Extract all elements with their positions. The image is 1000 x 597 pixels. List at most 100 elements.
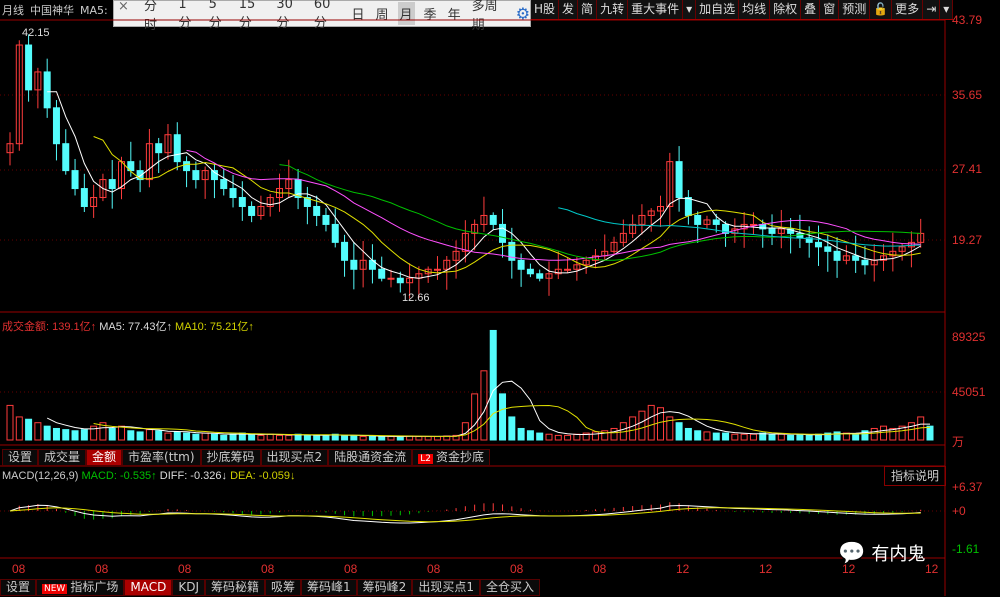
- candle-body: [564, 268, 572, 271]
- candle-body: [350, 259, 358, 270]
- candle-body: [43, 71, 51, 109]
- volume-value: 139.1亿↑: [52, 321, 97, 333]
- candle-body: [238, 197, 246, 207]
- l2-badge: L2: [418, 454, 433, 464]
- volume-bar: [731, 433, 739, 441]
- high-annotation: 42.15: [22, 27, 50, 39]
- volume-bar: [396, 436, 404, 441]
- volume-bar: [907, 422, 915, 441]
- indicator-help-button[interactable]: 指标说明: [884, 466, 946, 486]
- candle-body: [852, 255, 860, 261]
- candle-body: [489, 214, 497, 225]
- tab-label: 陆股通资金流: [334, 450, 407, 464]
- tab-1[interactable]: 成交量: [38, 449, 87, 466]
- volume-bar: [368, 436, 376, 441]
- candle-body: [322, 214, 330, 225]
- volume-bar: [350, 435, 358, 441]
- indicator-tabs: 设置 成交量 金额 市盈率(ttm) 抄底筹码 出现买点2 陆股通资金流 L2 资金抄底: [2, 449, 490, 466]
- volume-bar: [694, 430, 702, 441]
- tab-label: 指标广场: [70, 580, 119, 594]
- volume-bar: [127, 430, 135, 441]
- tab-5[interactable]: 出现买点2: [260, 449, 329, 466]
- watermark: 💬 有内鬼: [838, 540, 925, 566]
- candle-body: [220, 179, 228, 190]
- tab-4[interactable]: 筹码秘籍: [205, 579, 266, 596]
- volume-bar: [480, 370, 488, 441]
- candle-body: [833, 250, 841, 261]
- tab-label: 筹码峰2: [362, 580, 407, 594]
- volume-label: 成交金额:: [2, 321, 50, 333]
- candle-body: [433, 268, 441, 271]
- volume-bar: [266, 433, 274, 441]
- x-tick: 08: [95, 562, 109, 576]
- candle-body: [71, 170, 79, 190]
- volume-bar: [833, 431, 841, 441]
- volume-bar: [805, 434, 813, 441]
- candle-body: [768, 228, 776, 234]
- tab-label: KDJ: [178, 580, 199, 594]
- volume-bar: [145, 429, 153, 441]
- tab-label: 筹码峰1: [307, 580, 351, 594]
- candle-body: [536, 273, 544, 279]
- price-tick: 43.79: [952, 13, 983, 27]
- tab-9[interactable]: 全仓买入: [479, 579, 540, 596]
- volume-bar: [554, 434, 562, 441]
- volume-bar: [517, 427, 525, 441]
- candle-body: [331, 223, 339, 243]
- volume-bar: [722, 432, 730, 441]
- volume-bar: [675, 422, 683, 441]
- x-tick: 08: [178, 562, 192, 576]
- volume-tick: 万: [952, 435, 965, 449]
- x-tick: 08: [344, 562, 358, 576]
- candle-body: [526, 268, 534, 275]
- tab-0[interactable]: 设置: [0, 579, 37, 596]
- x-tick: 12: [676, 562, 690, 576]
- tab-5[interactable]: 吸筹: [265, 579, 302, 596]
- tab-label: 设置: [6, 580, 31, 594]
- tab-7[interactable]: L2 资金抄底: [412, 449, 490, 466]
- volume-bar: [387, 436, 395, 441]
- volume-bar: [173, 431, 181, 441]
- tab-6[interactable]: 陆股通资金流: [328, 449, 413, 466]
- tab-3[interactable]: 市盈率(ttm): [122, 449, 201, 466]
- x-tick: 08: [261, 562, 275, 576]
- volume-ma10: MA10: 75.21亿↑: [175, 321, 254, 333]
- candle-body: [248, 205, 256, 216]
- volume-bar: [275, 434, 283, 441]
- candle-body: [173, 134, 181, 163]
- volume-bar: [489, 329, 497, 441]
- volume-bar: [638, 410, 646, 441]
- tab-6[interactable]: 筹码峰1: [301, 579, 357, 596]
- tab-label: 筹码秘籍: [211, 580, 260, 594]
- wechat-icon: 💬: [838, 540, 866, 566]
- tab-3[interactable]: KDJ: [172, 579, 205, 596]
- volume-bar: [25, 418, 33, 441]
- volume-bar: [6, 404, 14, 441]
- tab-0[interactable]: 设置: [2, 449, 39, 466]
- volume-bar: [210, 433, 218, 441]
- macd-tick: +6.37: [952, 480, 983, 494]
- candle-body: [341, 241, 349, 261]
- volume-bar: [303, 434, 311, 441]
- tab-2[interactable]: MACD: [124, 579, 173, 596]
- volume-bar: [34, 422, 42, 441]
- chart-canvas[interactable]: [0, 0, 1000, 596]
- tab-7[interactable]: 筹码峰2: [356, 579, 413, 596]
- x-tick: 12: [925, 562, 939, 576]
- tab-4[interactable]: 抄底筹码: [200, 449, 261, 466]
- candle-body: [25, 44, 33, 91]
- x-tick: 08: [427, 562, 441, 576]
- watermark-text: 有内鬼: [871, 544, 926, 565]
- tab-2[interactable]: 金额: [86, 449, 123, 466]
- volume-ma5-line: [46, 380, 930, 438]
- volume-bar: [787, 434, 795, 441]
- volume-bar: [749, 433, 757, 441]
- volume-bar: [545, 433, 553, 441]
- tab-1[interactable]: NEW 指标广场: [36, 579, 125, 596]
- candle-body: [684, 197, 692, 216]
- volume-bar: [573, 433, 581, 441]
- volume-bar: [471, 393, 479, 441]
- tab-label: MACD: [130, 580, 167, 594]
- tab-8[interactable]: 出现买点1: [412, 579, 480, 596]
- x-tick: 08: [510, 562, 524, 576]
